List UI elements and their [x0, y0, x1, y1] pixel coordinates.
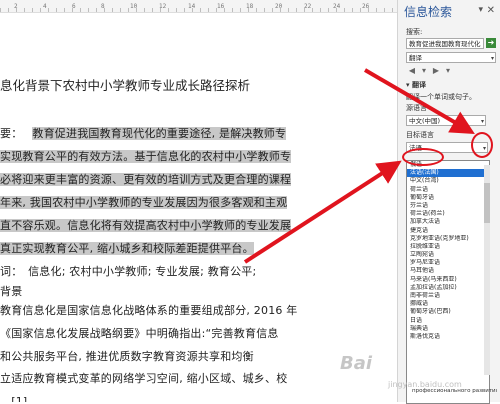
- translate-description: 翻译一个单词或句子。: [406, 93, 476, 101]
- back-icon[interactable]: ◀: [406, 66, 418, 76]
- line-text: 真正实现教育公平, 缩小城乡和校际差距提供平台。: [0, 242, 254, 255]
- language-option[interactable]: 法语(法国): [407, 169, 489, 178]
- target-language-label: 目标语言: [406, 131, 434, 139]
- language-option[interactable]: 中文(台湾): [407, 177, 489, 185]
- document-line: 年来, 我国农村中小学教师的专业发展因为很多客观和主观: [0, 194, 288, 210]
- chevron-down-icon[interactable]: ▾: [418, 66, 430, 76]
- service-value: 翻译: [409, 54, 422, 62]
- document-line: 实现教育公平的有效方法。基于信息化的农村中小学教师专: [0, 148, 292, 164]
- ruler-number: 10: [130, 3, 138, 10]
- language-option[interactable]: 加拿大法语: [407, 218, 489, 226]
- watermark-url: jingyan.baidu.com: [388, 380, 462, 389]
- line-text: 实现教育公平的有效方法。基于信息化的农村中小学教师专: [0, 150, 292, 163]
- forward-icon[interactable]: ▶: [430, 66, 442, 76]
- chevron-down-icon: ▾: [480, 118, 484, 125]
- search-go-icon[interactable]: ➜: [486, 38, 496, 48]
- close-icon[interactable]: ✕: [487, 5, 495, 16]
- language-option[interactable]: 立陶宛语: [407, 251, 489, 259]
- document-line: 背景: [0, 283, 22, 299]
- ruler-number: 4: [43, 3, 47, 10]
- ruler-number: 6: [72, 3, 76, 10]
- language-option[interactable]: 荷兰语: [407, 186, 489, 194]
- language-option[interactable]: 葡萄牙语(巴西): [407, 308, 489, 316]
- language-option[interactable]: 捷克语: [407, 227, 489, 235]
- ruler-number: 24: [333, 3, 341, 10]
- line-text: 教育促进我国教育现代化的重要途径, 是解决教师专: [32, 127, 287, 140]
- document-area: 2 4 6 8 10 12 14 16 18 20 22 24 26 息化背景下农村中小学教师专业成长路…: [0, 0, 397, 402]
- line-prefix: 要：: [0, 127, 23, 140]
- ruler-number: 26: [362, 3, 370, 10]
- research-panel: 信息检索 ▾ ✕ 搜索: 教育促进我国教育现代化 ➜ 翻译 ▾ ◀ ▾ ▶ ▾ …: [397, 0, 500, 404]
- ruler-number: 22: [304, 3, 312, 10]
- line-text: 词： 信息化; 农村中小学教师; 专业发展; 教育公平;: [0, 265, 257, 278]
- line-text: 年来, 我国农村中小学教师的专业发展因为很多客观和主观: [0, 196, 288, 209]
- line-text: 教育信息化是国家信息化战略体系的重要组成部分, 2016 年: [0, 304, 298, 317]
- language-option[interactable]: 挪威语: [407, 300, 489, 308]
- document-title: 息化背景下农村中小学教师专业成长路径探析: [0, 78, 251, 93]
- language-dropdown-list[interactable]: 俄语 法语(法国) 中文(台湾) 荷兰语 葡萄牙语 芬兰语 荷兰语(荷兰) 加拿大法语 捷克语克…: [406, 160, 490, 404]
- search-label: 搜索:: [406, 28, 423, 36]
- document-line: 词： 信息化; 农村中小学教师; 专业发展; 教育公平;: [0, 263, 256, 279]
- document-line: 教育信息化是国家信息化战略体系的重要组成部分, 2016 年: [0, 302, 297, 318]
- document-line: 要： 教育促进我国教育现代化的重要途径, 是解决教师专: [0, 125, 287, 141]
- language-option[interactable]: 孟加拉语(孟加拉): [407, 284, 489, 292]
- language-option[interactable]: 葡萄牙语: [407, 194, 489, 202]
- document-line: 必将迎来更丰富的资源、更有效的培训方式及更合理的课程: [0, 171, 292, 187]
- search-input[interactable]: 教育促进我国教育现代化: [406, 38, 484, 49]
- service-select[interactable]: 翻译 ▾: [406, 52, 496, 63]
- annotation-circle-option: [402, 148, 444, 166]
- document-line: 。[1]: [0, 393, 27, 402]
- horizontal-ruler[interactable]: 2 4 6 8 10 12 14 16 18 20 22 24 26: [0, 0, 397, 13]
- document-line: 和公共服务平台, 推进优质数字教育资源共享和均衡: [0, 348, 254, 364]
- source-language-value: 中文(中国): [409, 117, 441, 125]
- language-option[interactable]: 南非荷兰语: [407, 292, 489, 300]
- ruler-number: 20: [275, 3, 283, 10]
- panel-title: 信息检索: [404, 5, 453, 19]
- source-language-select[interactable]: 中文(中国) ▾: [406, 115, 486, 126]
- ruler-number: 18: [246, 3, 254, 10]
- language-option[interactable]: 拉脱维亚语: [407, 243, 489, 251]
- ruler-number: 12: [159, 3, 167, 10]
- language-option[interactable]: 日语: [407, 317, 489, 325]
- language-option[interactable]: 斯洛伐克语: [407, 333, 489, 341]
- annotation-circle-dropdown: [471, 132, 493, 158]
- chevron-down-icon[interactable]: ▾: [442, 66, 454, 76]
- watermark-logo: Bai: [340, 353, 373, 374]
- line-text: 。[1]: [0, 395, 28, 402]
- document-line: 直不容乐观。信息化将有效提高农村中小学教师的专业发展: [0, 217, 292, 233]
- document-line: 立适应教育模式变革的网络学习空间, 缩小区域、城乡、校: [0, 370, 287, 386]
- dropdown-scrollbar[interactable]: [484, 165, 490, 375]
- scrollbar-thumb[interactable]: [484, 183, 490, 223]
- line-text: 必将迎来更丰富的资源、更有效的培训方式及更合理的课程: [0, 173, 292, 186]
- ruler-number: 8: [101, 3, 105, 10]
- language-option[interactable]: 荷兰语(荷兰): [407, 210, 489, 218]
- source-language-label: 源语言: [406, 104, 427, 112]
- chevron-down-icon: ▾: [490, 55, 494, 62]
- line-text: 直不容乐观。信息化将有效提高农村中小学教师的专业发展: [0, 219, 292, 232]
- line-text: 《国家信息化发展战略纲要》中明确指出:“完善教育信息: [0, 327, 279, 340]
- ruler-number: 16: [217, 3, 225, 10]
- line-text: 立适应教育模式变革的网络学习空间, 缩小区域、城乡、校: [0, 372, 288, 385]
- ruler-number: 14: [188, 3, 196, 10]
- document-line: 真正实现教育公平, 缩小城乡和校际差距提供平台。: [0, 240, 254, 256]
- line-text: 背景: [0, 285, 23, 298]
- ruler-number: 2: [14, 3, 18, 10]
- language-option[interactable]: 克罗地亚语(克罗地亚): [407, 235, 489, 243]
- line-text: 和公共服务平台, 推进优质数字教育资源共享和均衡: [0, 350, 254, 363]
- language-option[interactable]: 马来语(马来西亚): [407, 276, 489, 284]
- language-option[interactable]: 罗马尼亚语: [407, 259, 489, 267]
- section-translate-label[interactable]: ▾ 翻译: [406, 80, 426, 90]
- panel-options-icon[interactable]: ▾: [478, 5, 483, 15]
- language-option[interactable]: 马耳他语: [407, 267, 489, 275]
- language-option[interactable]: 芬兰语: [407, 202, 489, 210]
- language-option[interactable]: 瑞典语: [407, 325, 489, 333]
- document-line: 《国家信息化发展战略纲要》中明确指出:“完善教育信息: [0, 325, 279, 341]
